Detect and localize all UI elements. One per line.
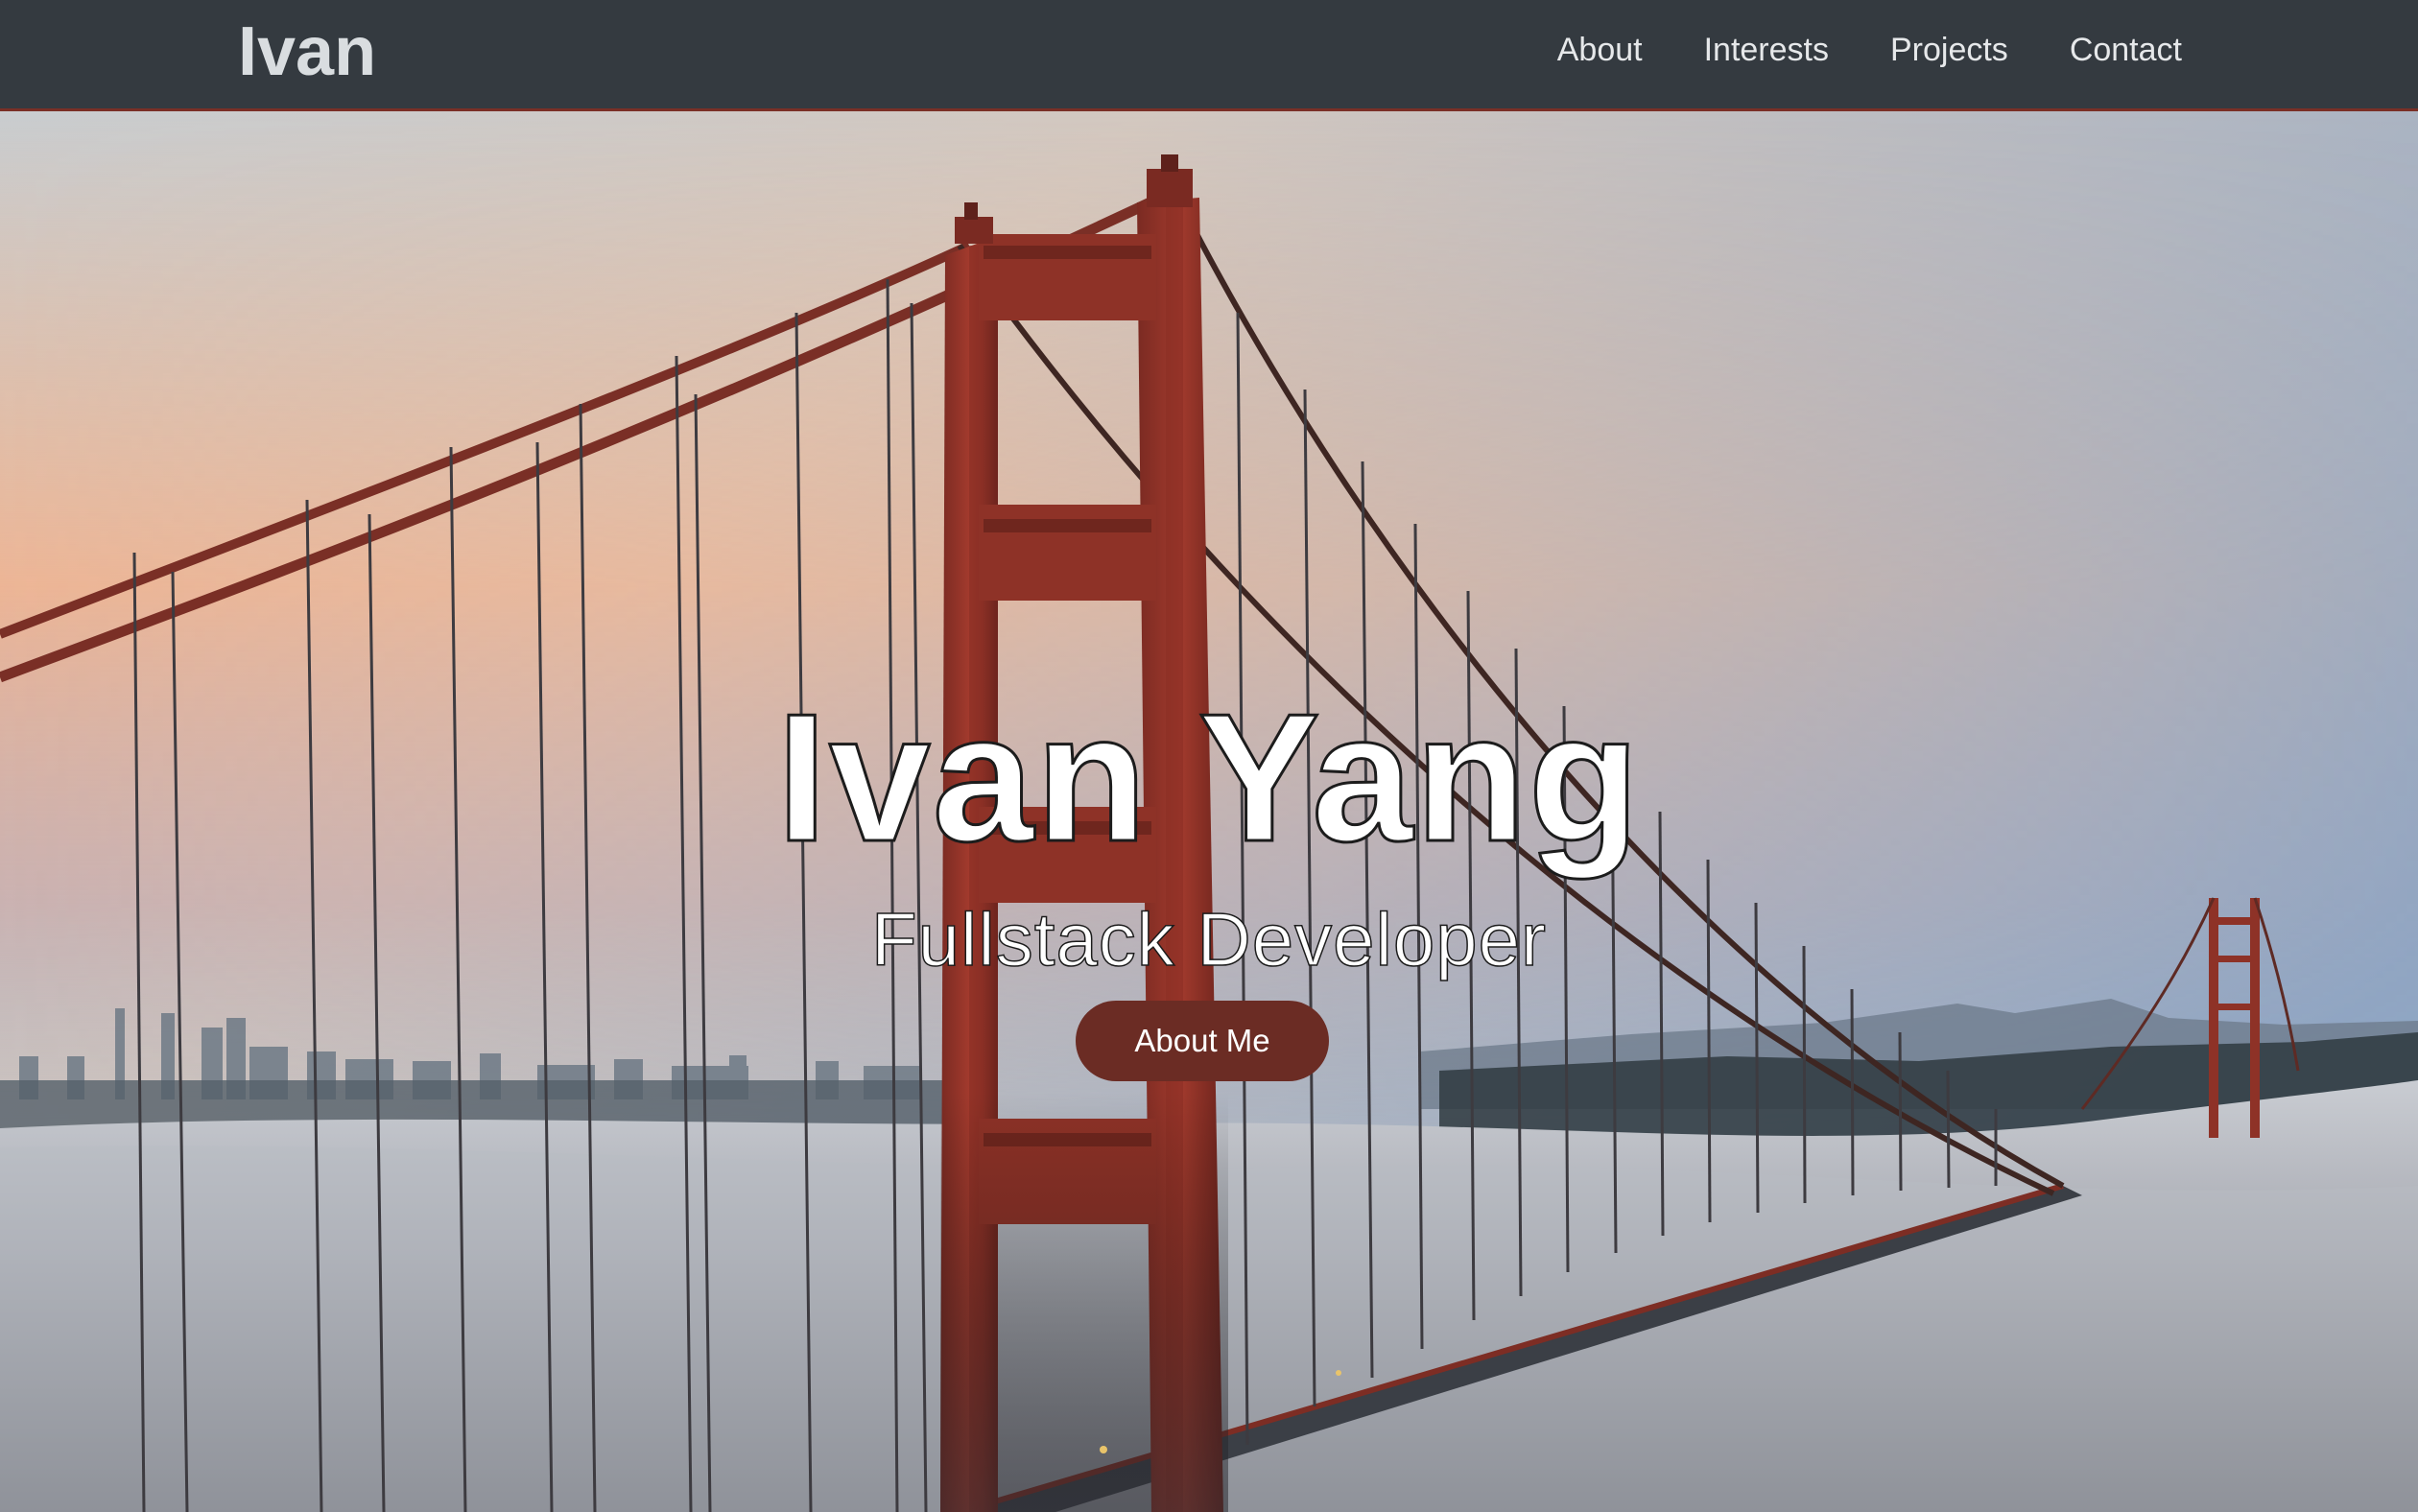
nav-links: About Interests Projects Contact xyxy=(1527,0,2213,99)
hero-content: Ivan Yang Fullstack Developer About Me xyxy=(0,111,2418,1512)
hero-subtitle: Fullstack Developer xyxy=(870,897,1547,981)
hero-title: Ivan Yang xyxy=(775,676,1642,880)
nav-link-projects[interactable]: Projects xyxy=(1860,34,2039,66)
navbar: Ivan About Interests Projects Contact xyxy=(0,0,2418,111)
brand-logo[interactable]: Ivan xyxy=(238,10,376,86)
about-me-button[interactable]: About Me xyxy=(1076,1001,1329,1081)
nav-link-interests[interactable]: Interests xyxy=(1673,34,1860,66)
nav-link-contact[interactable]: Contact xyxy=(2039,34,2213,66)
nav-link-about[interactable]: About xyxy=(1527,34,1673,66)
hero-section: Ivan Yang Fullstack Developer About Me xyxy=(0,111,2418,1512)
